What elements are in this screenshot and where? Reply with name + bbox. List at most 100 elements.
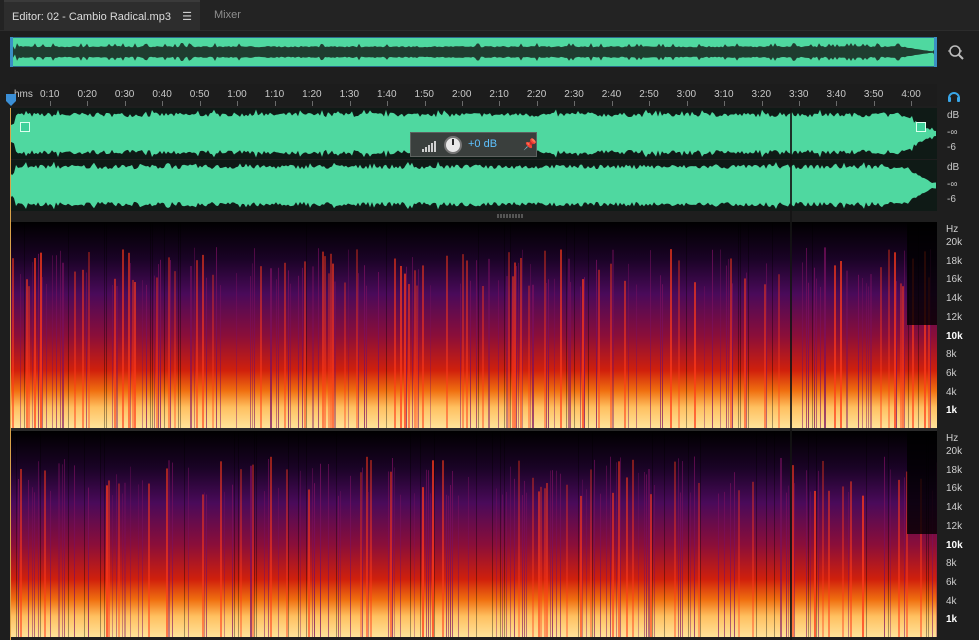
spectral-transient [560,249,562,428]
overview-left-handle[interactable] [10,37,13,67]
spectral-gap [434,431,435,637]
spectral-gap [104,222,105,428]
spectral-transient [340,491,341,637]
spectral-transient [544,488,546,637]
spectral-transient [746,272,747,428]
spectral-transient [788,485,789,637]
spectral-transient [726,265,727,428]
spectral-transient [170,260,171,428]
playhead-marker[interactable] [6,94,16,106]
spectral-gap [298,431,299,637]
spectral-transient [408,284,410,428]
spectral-transient [510,466,511,637]
frequency-label: 6k [946,367,957,379]
volume-knob-icon[interactable] [444,136,462,154]
spectral-gap [336,431,337,637]
spectral-transient [866,283,867,428]
spectral-display-channel-2[interactable] [10,431,937,637]
time-tick-label: 2:50 [639,89,659,100]
spectral-gap [306,431,307,637]
frequency-label: 10k [946,539,963,551]
spectral-gap [812,222,813,428]
spectral-transient [250,465,252,637]
tab-mixer[interactable]: Mixer [206,0,249,31]
time-ruler[interactable]: hms 0:10 0:20 0:30 0:40 0:50 1:00 1:10 1:20 1:30… [10,84,937,106]
time-tick-mark [162,101,164,106]
frequency-label: 10k [946,330,963,342]
spectral-transient [462,254,464,428]
zoom-icon[interactable] [946,42,966,62]
spectral-transient [598,269,600,428]
spectral-gap [256,431,257,637]
spectral-transient [638,472,639,637]
spectral-transient [594,459,595,637]
spectral-transient [50,490,51,637]
spectral-transient [712,249,713,428]
spectral-transient [86,272,87,428]
pin-icon[interactable]: 📌 [523,138,537,151]
spectral-transient [240,469,242,637]
hamburger-icon[interactable]: ☰ [182,2,192,33]
time-tick-label: 3:40 [826,89,846,100]
spectral-transient [64,459,65,637]
overview-right-handle[interactable] [934,37,937,67]
spectral-transient [394,258,396,428]
spectral-transient [116,286,118,428]
spectral-transient [528,285,530,428]
spectral-transient [476,260,477,428]
spectral-transient [888,249,890,428]
headphones-icon[interactable] [946,88,962,104]
spectral-transient [674,461,676,637]
time-tick-label: 2:30 [564,89,584,100]
waveform-channel-2[interactable] [10,160,937,211]
spectral-transient [156,277,158,428]
spectral-transient [304,261,306,428]
spectral-transient [530,264,531,428]
fade-out-handle[interactable] [916,122,926,132]
time-tick-label: 3:20 [751,89,772,100]
spectral-transient [778,274,780,428]
spectral-transient [904,250,905,428]
spectral-transient [900,283,902,428]
frequency-scale-channel-2: Hz 20k 18k 16k 14k 12k 10k 8k 6k 4k 1k [940,431,979,637]
spectral-transient [624,280,626,428]
spectral-transient [580,495,582,637]
time-tick-mark [836,101,838,106]
spectral-transient [404,273,406,428]
spectral-transient [168,460,170,637]
spectral-gap [40,431,41,637]
amplitude-hud[interactable]: +0 dB 📌 [410,132,537,157]
spectral-display-channel-1[interactable] [10,222,937,428]
spectral-transient [46,283,47,428]
spectral-transient [628,263,629,428]
spectral-transient [698,482,700,637]
spectral-transient [488,258,490,428]
overview-waveform[interactable] [10,37,937,67]
spectral-transient [650,494,652,637]
time-tick-mark [911,101,913,106]
edit-marker-line[interactable] [790,108,792,640]
spectral-transient [330,253,332,428]
spectral-transient [620,457,621,637]
spectral-transient [904,477,905,637]
waveform-channel-2-graphic [10,161,936,210]
spectral-gap [510,222,511,428]
spectral-transient [430,285,431,428]
spectral-transient [610,263,612,428]
spectral-transient [422,487,424,637]
spectral-transient [560,473,561,637]
spectral-transient [124,482,126,637]
spectral-gap [254,431,255,637]
spectral-transient [128,252,130,428]
panel-divider-grip[interactable] [497,214,523,218]
fade-in-handle[interactable] [20,122,30,132]
amplitude-value[interactable]: +0 dB [468,138,497,150]
spectral-transient [470,280,471,428]
time-tick-mark [349,101,351,106]
spectral-transient [394,467,395,637]
spectral-transient [88,487,89,637]
frequency-label: 8k [946,558,957,570]
tab-editor[interactable]: Editor: 02 - Cambio Radical.mp3 ☰ [4,0,200,31]
spectral-transient [378,272,379,428]
spectral-transient [552,470,553,637]
